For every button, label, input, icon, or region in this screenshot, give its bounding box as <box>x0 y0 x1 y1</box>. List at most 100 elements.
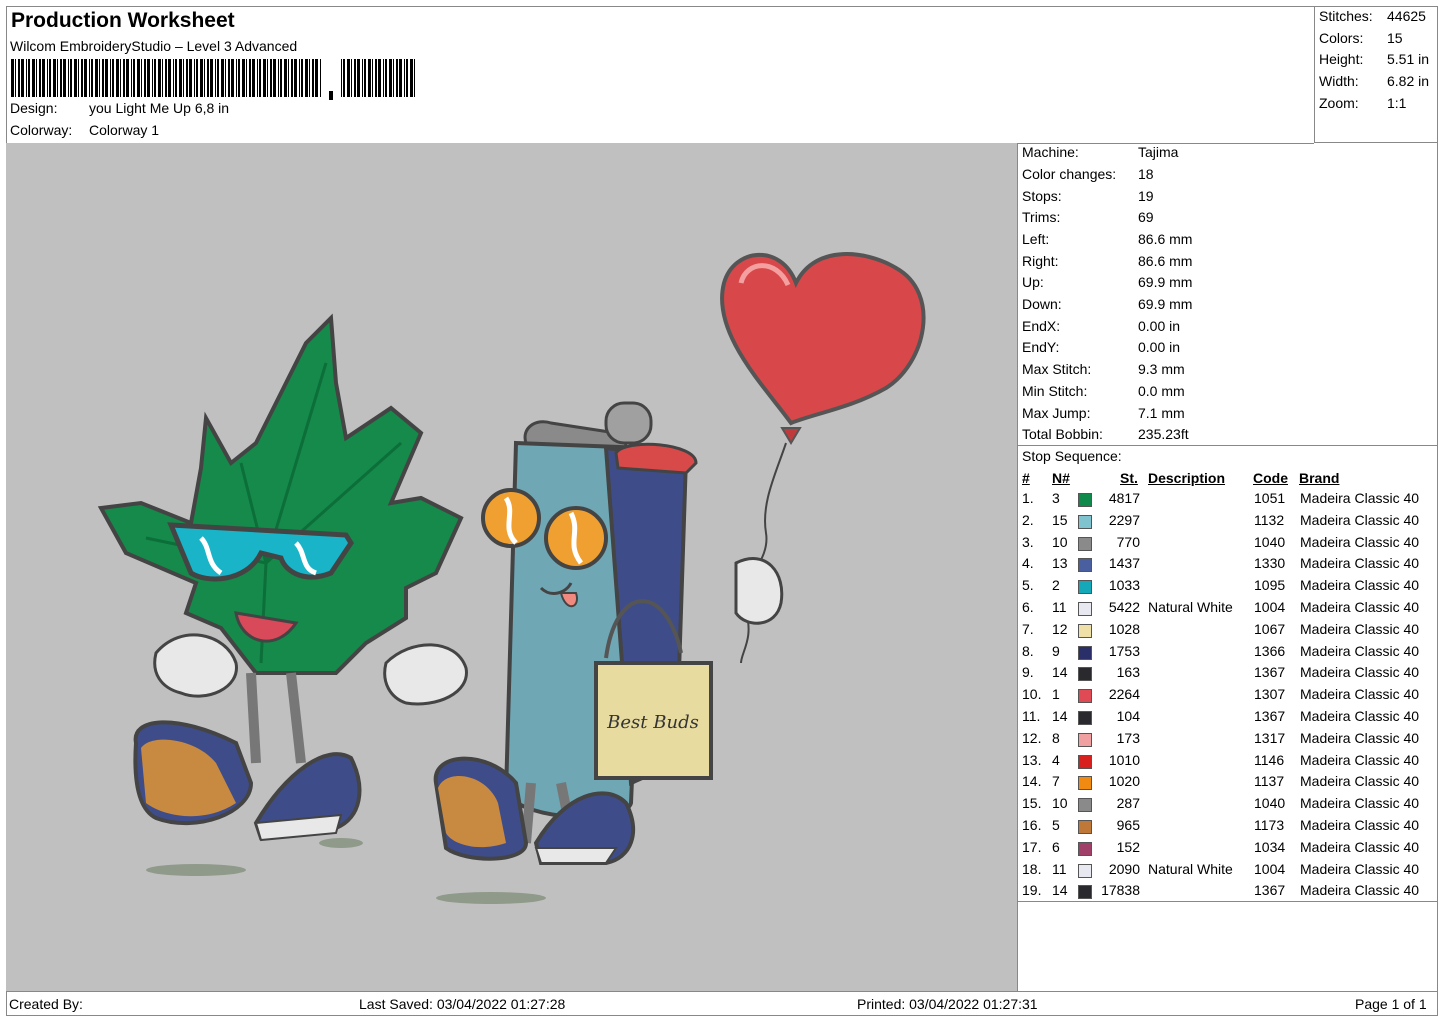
row-number: 2. <box>1022 511 1034 528</box>
design-preview: Best Buds <box>6 143 1018 991</box>
stitch-count: 1028 <box>1108 620 1140 637</box>
prop-up: Up: 69.9 mm <box>1022 274 1193 290</box>
color-swatch <box>1078 580 1092 595</box>
color-swatch <box>1078 754 1092 769</box>
thread-code: 1317 <box>1254 729 1286 746</box>
thread-code: 1366 <box>1254 642 1286 659</box>
color-swatch <box>1078 623 1092 638</box>
needle-number: 3 <box>1052 490 1060 506</box>
stat-colors: Colors: 15 <box>1319 30 1403 46</box>
thread-code: 1367 <box>1254 664 1286 681</box>
needle-number: 7 <box>1052 773 1060 790</box>
prop-max-jump: Max Jump: 7.1 mm <box>1022 405 1185 421</box>
shadow-right <box>436 892 546 904</box>
created-by: Created By: <box>9 996 83 1012</box>
row-number: 17. <box>1022 838 1042 855</box>
stitch-count: 1020 <box>1108 773 1140 790</box>
table-row: 1. 3 4817 1051 Madeira Classic 40 <box>1018 490 1438 512</box>
color-swatch <box>1078 667 1092 682</box>
needle-number: 12 <box>1052 620 1068 637</box>
embroidery-artwork: Best Buds <box>97 252 926 904</box>
stitch-count: 1010 <box>1108 751 1140 768</box>
row-number: 7. <box>1022 620 1034 637</box>
stitch-count: 4817 <box>1108 490 1140 506</box>
barcode <box>11 59 415 100</box>
thread-brand: Madeira Classic 40 <box>1300 642 1420 659</box>
stat-height: Height: 5.51 in <box>1319 51 1430 67</box>
colorway-label: Colorway: <box>10 122 73 138</box>
lighter-character: Best Buds <box>433 401 784 865</box>
divider <box>1018 901 1438 902</box>
table-row: 3. 10 770 1040 Madeira Classic 40 <box>1018 534 1438 556</box>
thread-brand: Madeira Classic 40 <box>1300 729 1420 746</box>
col-header-brand: Brand <box>1299 470 1340 486</box>
stitch-count: 17838 <box>1101 882 1140 899</box>
table-row: 2. 15 2297 1132 Madeira Classic 40 <box>1018 512 1438 534</box>
stitch-count: 152 <box>1116 838 1140 855</box>
color-swatch <box>1078 820 1092 834</box>
col-header-code: Code <box>1253 470 1288 486</box>
thread-code: 1095 <box>1254 577 1286 594</box>
thread-code: 1367 <box>1254 882 1286 899</box>
thread-brand: Madeira Classic 40 <box>1300 511 1420 528</box>
col-header-description: Description <box>1148 470 1226 486</box>
prop-min-stitch: Min Stitch: 0.0 mm <box>1022 383 1185 399</box>
needle-number: 11 <box>1052 599 1067 615</box>
stitch-count: 287 <box>1116 795 1140 812</box>
thread-brand: Madeira Classic 40 <box>1300 533 1420 550</box>
table-row: 9. 14 163 1367 Madeira Classic 40 <box>1018 664 1438 686</box>
row-number: 15. <box>1022 795 1042 812</box>
col-header-needle: N# <box>1052 470 1070 486</box>
stitch-count: 965 <box>1116 817 1140 833</box>
thread-description: Natural White <box>1148 860 1233 877</box>
thread-code: 1034 <box>1254 838 1286 855</box>
stop-sequence-title: Stop Sequence: <box>1022 448 1122 464</box>
prop-color-changes: Color changes: 18 <box>1022 166 1154 182</box>
needle-number: 4 <box>1052 751 1060 768</box>
thread-code: 1137 <box>1254 773 1285 790</box>
color-swatch <box>1078 602 1092 616</box>
printed-date: Printed: 03/04/2022 01:27:31 <box>857 996 1038 1012</box>
thread-code: 1067 <box>1254 620 1286 637</box>
prop-max-stitch: Max Stitch: 9.3 mm <box>1022 361 1185 377</box>
needle-number: 10 <box>1052 795 1068 812</box>
row-number: 18. <box>1022 860 1042 877</box>
thread-brand: Madeira Classic 40 <box>1300 620 1420 637</box>
needle-number: 10 <box>1052 533 1068 550</box>
color-swatch <box>1078 514 1092 529</box>
shadow-mid <box>319 838 363 848</box>
table-row: 10. 1 2264 1307 Madeira Classic 40 <box>1018 686 1438 708</box>
prop-trims: Trims: 69 <box>1022 209 1154 225</box>
color-swatch <box>1078 645 1092 660</box>
color-swatch <box>1078 798 1092 813</box>
last-saved: Last Saved: 03/04/2022 01:27:28 <box>359 996 566 1012</box>
needle-number: 14 <box>1052 708 1068 724</box>
row-number: 9. <box>1022 664 1034 681</box>
thread-code: 1367 <box>1254 708 1286 724</box>
stitch-count: 770 <box>1116 533 1140 550</box>
needle-number: 2 <box>1052 577 1060 594</box>
thread-code: 1132 <box>1254 511 1285 528</box>
thread-code: 1173 <box>1254 817 1285 833</box>
needle-number: 11 <box>1052 860 1067 877</box>
table-row: 7. 12 1028 1067 Madeira Classic 40 <box>1018 621 1438 643</box>
prop-stops: Stops: 19 <box>1022 188 1154 204</box>
stitch-count: 1753 <box>1108 642 1140 659</box>
table-row: 13. 4 1010 1146 Madeira Classic 40 <box>1018 752 1438 774</box>
stitch-count: 2297 <box>1108 511 1140 528</box>
color-swatch <box>1078 558 1092 573</box>
leaf-left-shoe <box>133 720 254 826</box>
needle-number: 13 <box>1052 555 1068 572</box>
needle-number: 5 <box>1052 817 1060 833</box>
stats-box: Stitches: 44625 Colors: 15 Height: 5.51 in … <box>1314 6 1438 143</box>
prop-right: Right: 86.6 mm <box>1022 253 1193 269</box>
thread-brand: Madeira Classic 40 <box>1300 599 1420 615</box>
worksheet-header: Production Worksheet Wilcom EmbroiderySt… <box>6 6 1314 144</box>
thread-code: 1004 <box>1254 599 1286 615</box>
page-number: Page 1 of 1 <box>1355 996 1427 1012</box>
color-swatch <box>1078 885 1092 900</box>
needle-number: 6 <box>1052 838 1060 855</box>
design-label: Design: <box>10 100 58 116</box>
thread-brand: Madeira Classic 40 <box>1300 708 1420 724</box>
stitch-count: 173 <box>1116 729 1140 746</box>
